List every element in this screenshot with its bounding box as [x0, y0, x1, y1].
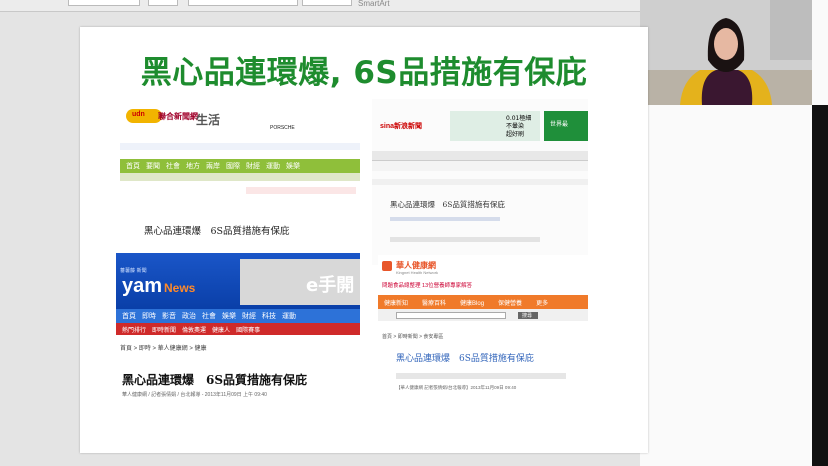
ribbon-toolbar: SmartArt	[0, 0, 640, 12]
yam-byline: 華人健康網 / 記者張倩娟 / 台北報導 - 2013年11月09日 上午 09…	[122, 392, 267, 398]
kingnet-search-input[interactable]	[396, 312, 506, 319]
udn-red-notice	[246, 187, 356, 194]
sina-ad-side-text: 世界最	[550, 121, 569, 128]
yam-logo: yam	[122, 275, 163, 297]
sina-meta	[390, 217, 500, 221]
kingnet-nav-item[interactable]: 更多	[536, 298, 548, 307]
yam-subnav-item[interactable]: 倫敦奧運	[182, 325, 206, 334]
udn-nav-item[interactable]: 地方	[186, 161, 200, 171]
sina-ad-line: 超好刷	[506, 131, 525, 138]
kingnet-health-screenshot: 華人健康網 Kingnet Health Network 問題食品總整理 13位…	[378, 255, 588, 399]
kingnet-nav-item[interactable]: 健康Blog	[460, 298, 484, 307]
presentation-slide: 黑心品連環爆, 6S品措施有保庇 udn 聯合新聞網 生活 PORSCHE 首頁…	[80, 27, 648, 453]
udn-sponsor-logo: PORSCHE	[270, 125, 295, 131]
kingnet-meta: 【華人健康網 記者張倩娟/台北報導】2013年11月09日 09:40	[396, 385, 517, 390]
yam-logo-suffix: News	[164, 281, 196, 295]
yam-nav-item[interactable]: 科技	[262, 311, 276, 321]
kingnet-share-bar	[396, 373, 566, 379]
yam-nav-item[interactable]: 政治	[182, 311, 196, 321]
kingnet-nav-item[interactable]: 醫療百科	[422, 298, 446, 307]
udn-nav-item[interactable]: 國際	[226, 161, 240, 171]
yam-nav-item[interactable]: 即時	[142, 311, 156, 321]
yam-nav-item[interactable]: 娛樂	[222, 311, 236, 321]
presenter-face	[714, 28, 738, 60]
ribbon-button[interactable]	[68, 0, 140, 6]
yam-nav-item[interactable]: 首頁	[122, 311, 136, 321]
yam-subnav: 熱門排行 即時新聞 倫敦奧運 健康人 國際賽事	[116, 323, 360, 335]
udn-logo-badge: udn	[126, 109, 162, 123]
yam-subnav-item[interactable]: 熱門排行	[122, 325, 146, 334]
udn-nav-item[interactable]: 首頁	[126, 161, 140, 171]
udn-nav-item[interactable]: 社會	[166, 161, 180, 171]
yam-nav-bar: 首頁 即時 影音 政治 社會 娛樂 財經 科技 運動	[116, 309, 360, 323]
udn-nav-item[interactable]: 兩岸	[206, 161, 220, 171]
udn-nav-bar: 首頁 要聞 社會 地方 兩岸 國際 財經 運動 娛樂	[120, 159, 360, 173]
sina-nav-bar	[372, 151, 588, 161]
yam-nav-item[interactable]: 運動	[282, 311, 296, 321]
sina-logo: sina新浪新聞	[380, 123, 423, 130]
udn-nav-item[interactable]: 要聞	[146, 161, 160, 171]
kingnet-logo-mark	[382, 261, 392, 271]
yam-subnav-item[interactable]: 即時新聞	[152, 325, 176, 334]
kingnet-headline[interactable]: 黑心品連環爆 6S品質措施有保庇	[396, 351, 534, 364]
yam-nav-item[interactable]: 社會	[202, 311, 216, 321]
udn-nav-item[interactable]: 財經	[246, 161, 260, 171]
yam-subnav-item[interactable]: 國際賽事	[236, 325, 260, 334]
ribbon-button[interactable]	[302, 0, 352, 6]
yam-news-screenshot: 蕃薯藤 新聞 yam News e手開 首頁 即時 影音 政治 社會 娛樂 財經…	[116, 253, 360, 401]
yam-nav-item[interactable]: 財經	[242, 311, 256, 321]
presenter-body	[701, 70, 753, 105]
yam-banner-text: e手開	[306, 275, 355, 296]
slide-title[interactable]: 黑心品連環爆, 6S品措施有保庇	[80, 47, 648, 92]
kingnet-notice[interactable]: 問題食品總整理 13位營養師專家解答	[382, 281, 472, 289]
udn-section-label: 生活	[196, 113, 221, 127]
yam-headline[interactable]: 黑心品連環爆 6S品質措施有保庇	[122, 371, 307, 388]
udn-top-strip	[120, 143, 360, 150]
sina-breadcrumb	[372, 179, 588, 185]
sina-share-bar	[390, 237, 540, 242]
kingnet-search-label: 搜尋	[522, 313, 533, 319]
udn-subnav	[120, 173, 360, 181]
kingnet-logo-sub: Kingnet Health Network	[396, 270, 439, 275]
sina-headline[interactable]: 黑心品連環爆 6S品質措施有保庇	[390, 199, 505, 210]
webcam-overlay	[640, 0, 812, 105]
udn-nav-item[interactable]: 娛樂	[286, 161, 300, 171]
kingnet-breadcrumb[interactable]: 首頁 > 即時新聞 > 食安專區	[382, 333, 443, 340]
yam-nav-item[interactable]: 影音	[162, 311, 176, 321]
ribbon-button[interactable]	[148, 0, 178, 6]
kingnet-nav-item[interactable]: 保健營養	[498, 298, 522, 307]
yam-subnav-item[interactable]: 健康人	[212, 325, 230, 334]
udn-nav-item[interactable]: 運動	[266, 161, 280, 171]
ribbon-button[interactable]	[188, 0, 298, 6]
kingnet-search-button[interactable]: 搜尋	[518, 312, 538, 319]
kingnet-nav-item[interactable]: 健康新知	[384, 298, 408, 307]
udn-news-screenshot: udn 聯合新聞網 生活 PORSCHE 首頁 要聞 社會 地方 兩岸 國際 財…	[120, 99, 360, 246]
sina-subnav	[372, 161, 588, 171]
yam-breadcrumb[interactable]: 首頁 > 即時 > 華人健康網 > 健康	[120, 343, 207, 352]
yam-logo-tag: 蕃薯藤 新聞	[120, 268, 147, 274]
kingnet-nav-bar: 健康新知 醫療百科 健康Blog 保健營養 更多	[378, 295, 588, 309]
udn-headline[interactable]: 黑心品連環爆 6S品質措施有保庇	[144, 223, 290, 237]
panel-edge	[812, 105, 828, 466]
smartart-label[interactable]: SmartArt	[358, 0, 390, 8]
udn-logo-text: 聯合新聞網	[158, 112, 198, 121]
presenter-video	[640, 0, 812, 105]
udn-badge-text: udn	[132, 111, 145, 118]
sina-news-screenshot: sina新浪新聞 0.01極細 不暈染 超好刷 世界最 黑心品連環爆 6S品質措…	[372, 99, 588, 265]
